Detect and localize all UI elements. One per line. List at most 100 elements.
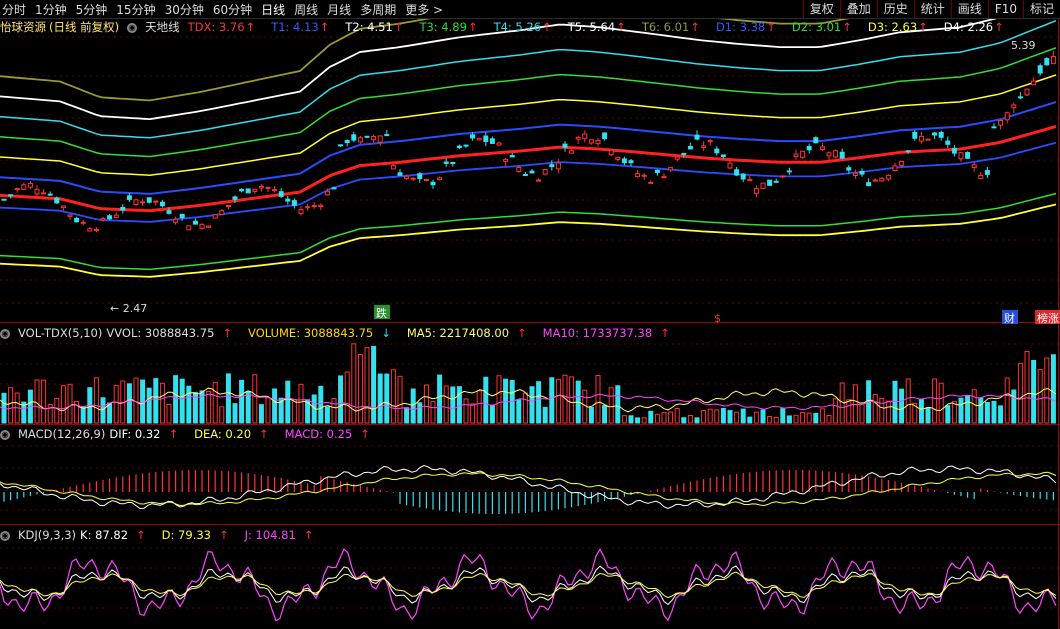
macd-name[interactable]: MACD(12,26,9) <box>18 427 105 441</box>
candle-body <box>338 144 344 147</box>
candle-body <box>588 139 594 144</box>
period-tab[interactable]: 5分钟 <box>76 1 108 18</box>
period-tab[interactable]: 1分钟 <box>35 1 67 18</box>
candle-body <box>918 135 924 142</box>
period-tab[interactable]: 分时 <box>2 1 26 18</box>
indicator-line-value: D1: 3.38↑ <box>715 20 776 34</box>
volume-bar <box>542 406 548 424</box>
volume-bar <box>456 386 462 424</box>
candle-body <box>859 170 865 175</box>
volume-bar <box>529 386 535 424</box>
candle-body <box>8 194 14 197</box>
toolbar-button[interactable]: 历史 <box>876 0 914 18</box>
volume-bar <box>965 395 971 424</box>
toolbar-button[interactable]: 标记 <box>1022 0 1060 18</box>
candle-body <box>87 228 93 232</box>
period-tab[interactable]: 30分钟 <box>165 1 204 18</box>
volume-bar <box>760 409 766 424</box>
candle-body <box>813 137 819 144</box>
volume-bar <box>291 399 297 424</box>
candle-body <box>529 170 535 174</box>
candle-body <box>192 220 198 225</box>
period-tab[interactable]: 周线 <box>294 1 318 18</box>
candle-body <box>186 225 192 231</box>
candle-body <box>397 172 403 176</box>
indicator-name[interactable]: 天地线 <box>145 20 180 34</box>
vol-settings-icon[interactable]: ◉ <box>0 328 10 339</box>
toolbar-button[interactable]: F10 <box>987 0 1023 18</box>
volume-bar <box>971 389 977 424</box>
candle-body <box>173 218 179 223</box>
period-tab[interactable]: 60分钟 <box>213 1 252 18</box>
volume-bar <box>298 383 304 424</box>
candle-body <box>1031 80 1037 86</box>
volume-bar <box>549 377 555 424</box>
indicator-values: TDX: 3.76↑ T1: 4.13↑ T2: 4.51↑ T3: 4.89↑ T4:… <box>188 20 1020 34</box>
band-t1 <box>0 101 1057 195</box>
candle-body <box>621 158 627 164</box>
candle-body <box>635 173 641 177</box>
toolbar-button[interactable]: 复权 <box>802 0 840 18</box>
volume-bar <box>800 411 806 424</box>
toolbar-button[interactable]: 画线 <box>950 0 988 18</box>
indicator-settings-icon[interactable]: ◉ <box>127 22 138 33</box>
candle-body <box>991 126 997 129</box>
volume-bar <box>1011 389 1017 424</box>
volume-bar <box>522 392 528 424</box>
candle-body <box>925 138 931 141</box>
macd-settings-icon[interactable]: ◉ <box>0 429 10 440</box>
volume-bar <box>701 409 707 424</box>
volume-bar <box>430 400 436 424</box>
vol-name[interactable]: VOL-TDX(5,10) <box>18 326 102 340</box>
candle-body <box>694 134 700 140</box>
volume-bar <box>720 407 726 424</box>
candle-body <box>912 131 918 139</box>
period-tab[interactable]: 月线 <box>327 1 351 18</box>
volume-bar <box>892 380 898 424</box>
volume-bar <box>859 403 865 424</box>
volume-bar <box>54 397 60 424</box>
volume-bar <box>489 405 495 424</box>
indicator-line-value: T2: 4.51↑ <box>345 20 404 34</box>
volume-bar <box>555 378 561 424</box>
event-marker: 跌 <box>376 306 387 320</box>
volume-bar <box>338 375 344 424</box>
volume-bar <box>707 408 713 424</box>
candle-body <box>839 151 845 159</box>
candle-body <box>793 153 799 157</box>
vvol-value: VVOL: 3088843.75 ↑ <box>106 326 233 340</box>
candle-body <box>489 138 495 144</box>
candle-body <box>1024 88 1030 96</box>
volume-bar <box>694 417 700 424</box>
kdj-k <box>0 565 1057 606</box>
volume-bar <box>239 379 245 424</box>
period-tab[interactable]: 多周期 <box>360 1 396 18</box>
event-marker: $ <box>714 312 721 325</box>
candle-body <box>661 176 667 179</box>
candle-body <box>258 186 264 189</box>
toolbar-button[interactable]: 统计 <box>913 0 951 18</box>
period-tabs: 分时 1分钟 5分钟 15分钟 30分钟 60分钟 日线 周线 月线 多周期 更多 > <box>2 0 452 18</box>
candle-body <box>1 198 7 201</box>
candle-body <box>239 188 245 192</box>
period-tab[interactable]: 更多 > <box>405 1 443 18</box>
candle-body <box>74 217 80 223</box>
candle-body <box>146 197 152 203</box>
candle-body <box>285 198 291 202</box>
candle-body <box>34 188 40 195</box>
period-tab[interactable]: 15分钟 <box>116 1 155 18</box>
toolbar-button[interactable]: 叠加 <box>839 0 877 18</box>
volume-bar <box>417 402 423 424</box>
candle-body <box>120 206 126 211</box>
candle-body <box>681 152 687 155</box>
volume-bar <box>344 371 350 424</box>
candle-body <box>707 140 713 143</box>
volume-bar <box>826 415 832 424</box>
period-tab[interactable]: 日线 <box>261 1 285 18</box>
kdj-settings-icon[interactable]: ◉ <box>0 530 10 541</box>
volume-bar <box>258 404 264 424</box>
candle-body <box>324 190 330 196</box>
volume-bar <box>272 388 278 424</box>
kdj-name[interactable]: KDJ(9,3,3) <box>18 528 76 542</box>
candle-body <box>984 170 990 175</box>
